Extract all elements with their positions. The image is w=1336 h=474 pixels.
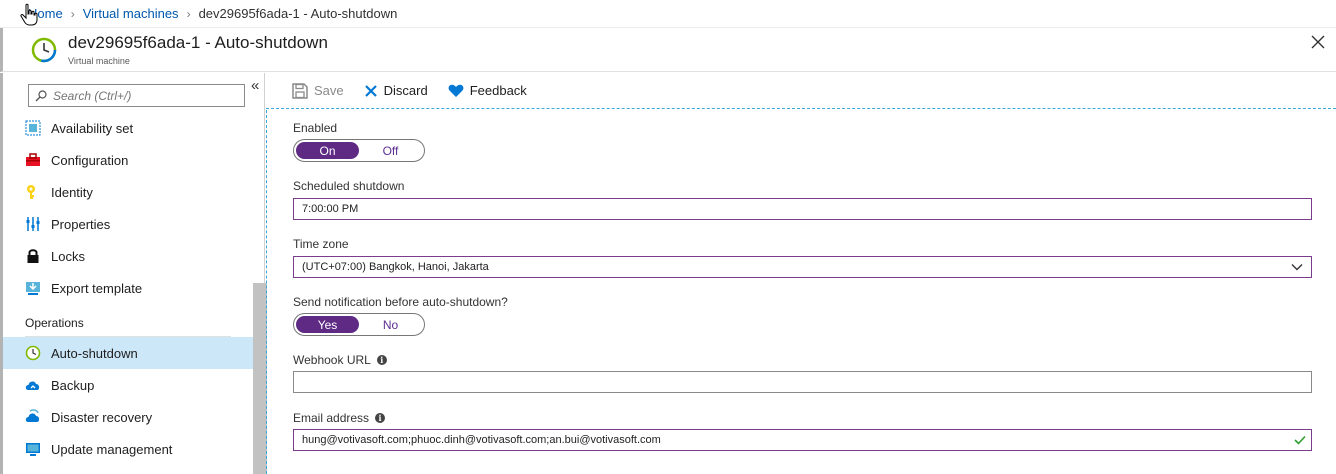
save-label: Save	[314, 83, 344, 98]
enabled-label: Enabled	[293, 121, 338, 135]
chevron-down-icon	[1291, 264, 1303, 271]
search-icon	[35, 89, 47, 101]
lock-icon	[27, 249, 39, 263]
sidebar-item-disaster-recovery[interactable]: Disaster recovery	[3, 401, 253, 433]
sidebar: « Availability set Configuration	[0, 73, 267, 474]
sidebar-item-backup[interactable]: Backup	[3, 369, 253, 401]
sidebar-item-configuration[interactable]: Configuration	[3, 144, 253, 176]
search-input[interactable]	[53, 88, 233, 103]
sidebar-item-label: Disaster recovery	[51, 409, 153, 425]
page-title: dev29695f6ada-1 - Auto-shutdown	[68, 33, 328, 52]
sidebar-item-label: Identity	[51, 184, 93, 200]
sidebar-scrollbar[interactable]	[253, 283, 267, 474]
blade-header: dev29695f6ada-1 - Auto-shutdown Virtual …	[0, 28, 1336, 72]
toggle-option-off[interactable]: Off	[359, 142, 422, 159]
page-subtitle: Virtual machine	[68, 56, 130, 66]
scheduled-shutdown-input[interactable]	[302, 203, 1261, 215]
info-icon[interactable]: i	[376, 355, 387, 365]
send-notification-toggle[interactable]: Yes No	[293, 313, 425, 336]
time-zone-select[interactable]: (UTC+07:00) Bangkok, Hanoi, Jakarta	[293, 256, 1312, 278]
save-icon	[292, 82, 308, 99]
command-bar: Save Discard Feedback	[266, 73, 1336, 109]
time-zone-label: Time zone	[293, 237, 349, 251]
sidebar-item-label: Availability set	[51, 120, 134, 136]
export-template-icon	[26, 282, 40, 295]
close-icon	[364, 84, 377, 97]
scheduled-shutdown-field[interactable]	[293, 198, 1312, 220]
update-management-icon	[26, 443, 40, 456]
clock-icon	[25, 345, 41, 361]
sidebar-item-export-template[interactable]: Export template	[3, 272, 253, 304]
sidebar-item-label: Backup	[51, 377, 95, 393]
sidebar-item-properties[interactable]: Properties	[3, 208, 253, 240]
clock-icon	[31, 37, 57, 63]
close-icon[interactable]	[1310, 34, 1326, 50]
email-address-input[interactable]	[302, 434, 1261, 446]
heart-icon	[448, 84, 464, 97]
save-button[interactable]: Save	[292, 82, 344, 99]
identity-icon	[27, 185, 35, 199]
check-icon	[1294, 435, 1306, 445]
toggle-option-on[interactable]: On	[296, 142, 359, 159]
enabled-toggle[interactable]: On Off	[293, 139, 425, 162]
breadcrumb-virtual-machines-link[interactable]: Virtual machines	[83, 6, 179, 21]
feedback-button[interactable]: Feedback	[448, 83, 527, 98]
sidebar-item-availability-set[interactable]: Availability set	[3, 112, 253, 144]
disaster-recovery-icon	[25, 409, 40, 422]
breadcrumb: Home › Virtual machines › dev29695f6ada-…	[0, 0, 1336, 28]
availability-set-icon	[25, 120, 41, 136]
toggle-option-no[interactable]: No	[359, 316, 422, 333]
email-address-field[interactable]	[293, 429, 1312, 451]
send-notification-label: Send notification before auto-shutdown?	[293, 295, 508, 309]
sidebar-item-label: Auto-shutdown	[51, 345, 138, 361]
chevron-right-icon: ›	[70, 6, 75, 21]
sidebar-item-label: Export template	[51, 280, 143, 296]
time-zone-value: (UTC+07:00) Bangkok, Hanoi, Jakarta	[302, 261, 489, 273]
sidebar-item-label: Update management	[51, 441, 173, 457]
sidebar-item-label: Configuration	[51, 152, 129, 168]
webhook-url-field[interactable]	[293, 371, 1312, 393]
webhook-url-input[interactable]	[302, 376, 1261, 388]
sidebar-item-label: Locks	[51, 248, 85, 264]
sidebar-item-auto-shutdown[interactable]: Auto-shutdown	[3, 337, 253, 369]
breadcrumb-current: dev29695f6ada-1 - Auto-shutdown	[198, 6, 398, 21]
discard-label: Discard	[383, 83, 428, 98]
sidebar-item-locks[interactable]: Locks	[3, 240, 253, 272]
auto-shutdown-form: Enabled On Off Scheduled shutdown Time z…	[266, 110, 1336, 474]
webhook-url-label-text: Webhook URL	[293, 353, 371, 367]
configuration-icon	[26, 153, 40, 166]
sidebar-item-identity[interactable]: Identity	[3, 176, 253, 208]
webhook-url-label: Webhook URL i	[293, 353, 387, 367]
sidebar-item-update-management[interactable]: Update management	[3, 433, 253, 465]
sidebar-section-operations: Operations	[25, 316, 84, 330]
sidebar-item-label: Properties	[51, 216, 111, 232]
email-address-label: Email address i	[293, 411, 386, 425]
backup-icon	[25, 381, 40, 390]
chevron-right-icon: ›	[186, 6, 191, 21]
hand-cursor-icon	[20, 3, 38, 26]
sidebar-search[interactable]	[28, 84, 245, 107]
feedback-label: Feedback	[469, 83, 527, 98]
sidebar-menu: Availability set Configuration Identity	[3, 112, 253, 465]
discard-button[interactable]: Discard	[364, 83, 428, 98]
properties-icon	[26, 217, 40, 231]
scheduled-shutdown-label: Scheduled shutdown	[293, 179, 405, 193]
info-icon[interactable]: i	[375, 413, 386, 423]
toggle-option-yes[interactable]: Yes	[296, 316, 359, 333]
email-address-label-text: Email address	[293, 411, 370, 425]
collapse-sidebar-icon[interactable]: «	[251, 77, 259, 94]
